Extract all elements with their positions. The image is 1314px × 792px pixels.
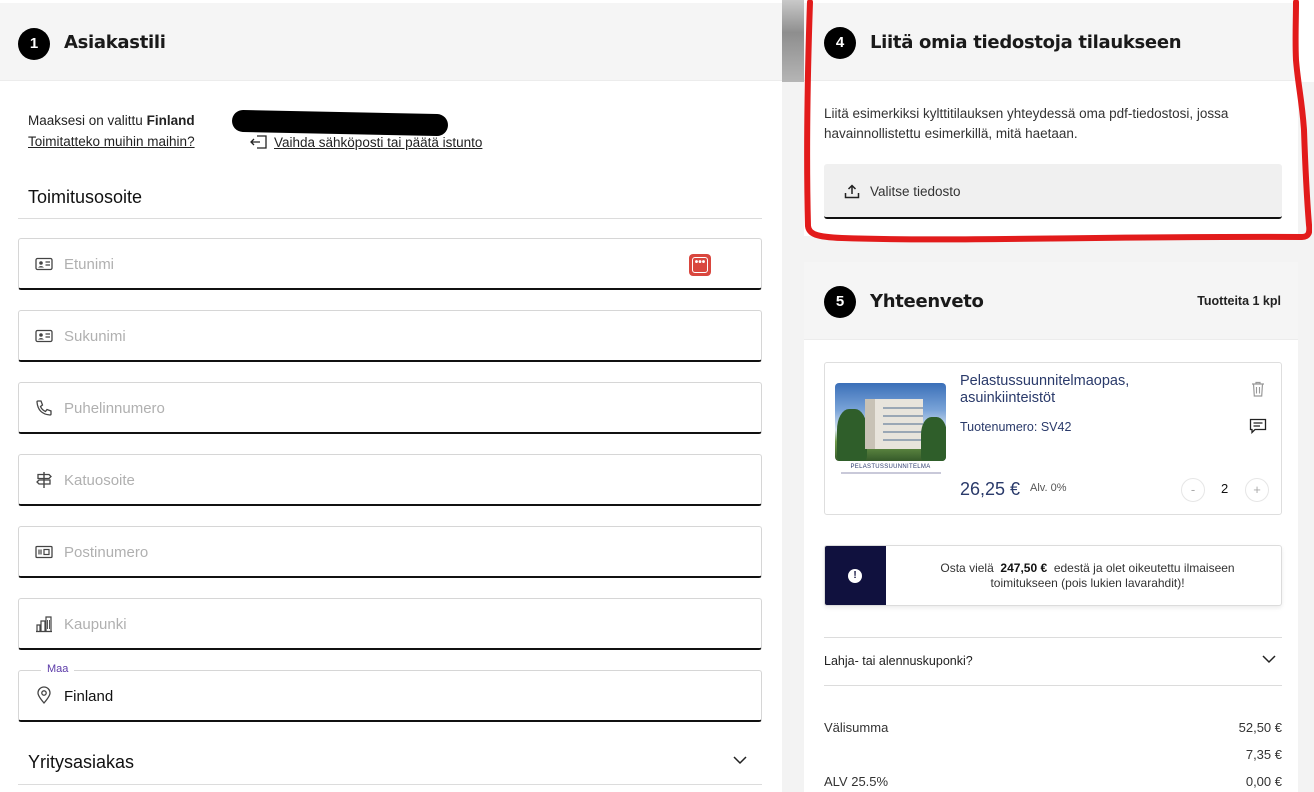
selected-country-text: Maaksesi on valittu Finland bbox=[28, 113, 195, 128]
change-email-link[interactable]: Vaihda sähköposti tai päätä istunto bbox=[250, 134, 482, 150]
location-pin-icon bbox=[37, 686, 51, 704]
account-header: 1 Asiakastili bbox=[0, 3, 782, 81]
redacted-email bbox=[231, 109, 449, 137]
first-name-input[interactable]: Etunimi bbox=[64, 256, 114, 273]
delivery-address-heading: Toimitusosoite bbox=[28, 187, 143, 207]
attach-files-description: Liitä esimerkiksi kylttitilauksen yhteyd… bbox=[824, 106, 1229, 141]
postcode-field[interactable]: Postinumero bbox=[18, 526, 762, 578]
city-icon bbox=[36, 616, 52, 633]
id-card-icon bbox=[35, 257, 53, 271]
phone-field[interactable]: Puhelinnumero bbox=[18, 382, 762, 434]
postcode-icon bbox=[35, 545, 53, 559]
company-divider bbox=[18, 784, 762, 785]
city-input[interactable]: Kaupunki bbox=[64, 616, 127, 633]
country-field-label: Maa bbox=[41, 663, 75, 675]
step-badge-1: 1 bbox=[18, 28, 50, 60]
order-summary-card: 5 Yhteenveto Tuotteita 1 kpl PELASTUSSUU… bbox=[804, 262, 1298, 792]
company-customer-heading[interactable]: Yritysasiakas bbox=[28, 752, 134, 773]
free-shipping-notice: ! Osta vielä 247,50 € edestä ja olet oik… bbox=[824, 545, 1282, 606]
country-select[interactable]: Finland bbox=[64, 688, 113, 705]
attach-files-header: 4 Liitä omia tiedostoja tilaukseen bbox=[804, 3, 1298, 81]
signpost-icon bbox=[36, 472, 52, 488]
exclamation-icon: ! bbox=[848, 569, 862, 583]
chevron-down-icon[interactable] bbox=[733, 755, 747, 765]
last-name-input[interactable]: Sukunimi bbox=[64, 328, 126, 345]
step-badge-4: 4 bbox=[824, 27, 856, 59]
cart-item: PELASTUSSUUNNITELMA Pelastussuunnitelmao… bbox=[824, 362, 1282, 515]
quantity-value[interactable]: 2 bbox=[1221, 481, 1228, 496]
product-count: Tuotteita 1 kpl bbox=[1197, 294, 1281, 308]
product-name[interactable]: Pelastussuunnitelmaopas, asuinkiinteistö… bbox=[960, 373, 1190, 407]
shipping-value: 7,35 € bbox=[1245, 747, 1282, 762]
notice-icon-band: ! bbox=[825, 546, 886, 605]
phone-icon bbox=[36, 400, 52, 416]
summary-title: Yhteenveto bbox=[870, 291, 984, 312]
trash-icon[interactable] bbox=[1251, 381, 1265, 397]
country-field[interactable]: Maa Finland bbox=[18, 663, 762, 722]
quantity-decrease-button[interactable]: - bbox=[1181, 478, 1205, 502]
vat-value: 0,00 € bbox=[1245, 774, 1282, 789]
product-code: Tuotenumero: SV42 bbox=[960, 420, 1072, 434]
attach-files-card: 4 Liitä omia tiedostoja tilaukseen Liitä… bbox=[804, 3, 1298, 236]
customer-account-section: 1 Asiakastili Maaksesi on valittu Finlan… bbox=[0, 0, 782, 792]
comment-icon[interactable] bbox=[1249, 418, 1267, 434]
attach-files-title: Liitä omia tiedostoja tilaukseen bbox=[870, 32, 1182, 53]
choose-file-button[interactable]: Valitse tiedosto bbox=[824, 164, 1282, 219]
background-photo-strip bbox=[782, 0, 804, 82]
postcode-input[interactable]: Postinumero bbox=[64, 544, 148, 561]
quantity-increase-button[interactable]: + bbox=[1245, 478, 1269, 502]
other-countries-link[interactable]: Toimitatteko muihin maihin? bbox=[28, 134, 195, 149]
last-name-field[interactable]: Sukunimi bbox=[18, 310, 762, 362]
account-title: Asiakastili bbox=[64, 32, 166, 53]
id-card-icon bbox=[35, 329, 53, 343]
delivery-divider bbox=[18, 218, 762, 219]
chevron-down-icon[interactable] bbox=[1262, 654, 1276, 664]
vat-label: ALV 25.5% bbox=[824, 774, 889, 789]
street-address-input[interactable]: Katuosoite bbox=[64, 472, 135, 489]
subtotal-value: 52,50 € bbox=[1238, 720, 1282, 735]
upload-icon bbox=[844, 184, 860, 199]
summary-header: 5 Yhteenveto Tuotteita 1 kpl bbox=[804, 262, 1298, 340]
step-badge-5: 5 bbox=[824, 286, 856, 318]
logout-icon bbox=[250, 135, 267, 149]
coupon-toggle[interactable]: Lahja- tai alennuskuponki? bbox=[824, 654, 973, 668]
city-field[interactable]: Kaupunki bbox=[18, 598, 762, 650]
password-manager-icon[interactable]: ••• bbox=[689, 254, 711, 276]
product-image[interactable] bbox=[835, 383, 946, 461]
product-vat: Alv. 0% bbox=[1030, 482, 1067, 494]
free-shipping-message: Osta vielä 247,50 € edestä ja olet oikeu… bbox=[940, 561, 1235, 590]
first-name-field[interactable]: Etunimi ••• bbox=[18, 238, 762, 290]
product-price: 26,25 € bbox=[960, 479, 1021, 499]
subtotal-label: Välisumma bbox=[824, 720, 889, 735]
street-address-field[interactable]: Katuosoite bbox=[18, 454, 762, 506]
phone-input[interactable]: Puhelinnumero bbox=[64, 400, 165, 417]
product-image-caption: PELASTUSSUUNNITELMA bbox=[850, 464, 931, 470]
